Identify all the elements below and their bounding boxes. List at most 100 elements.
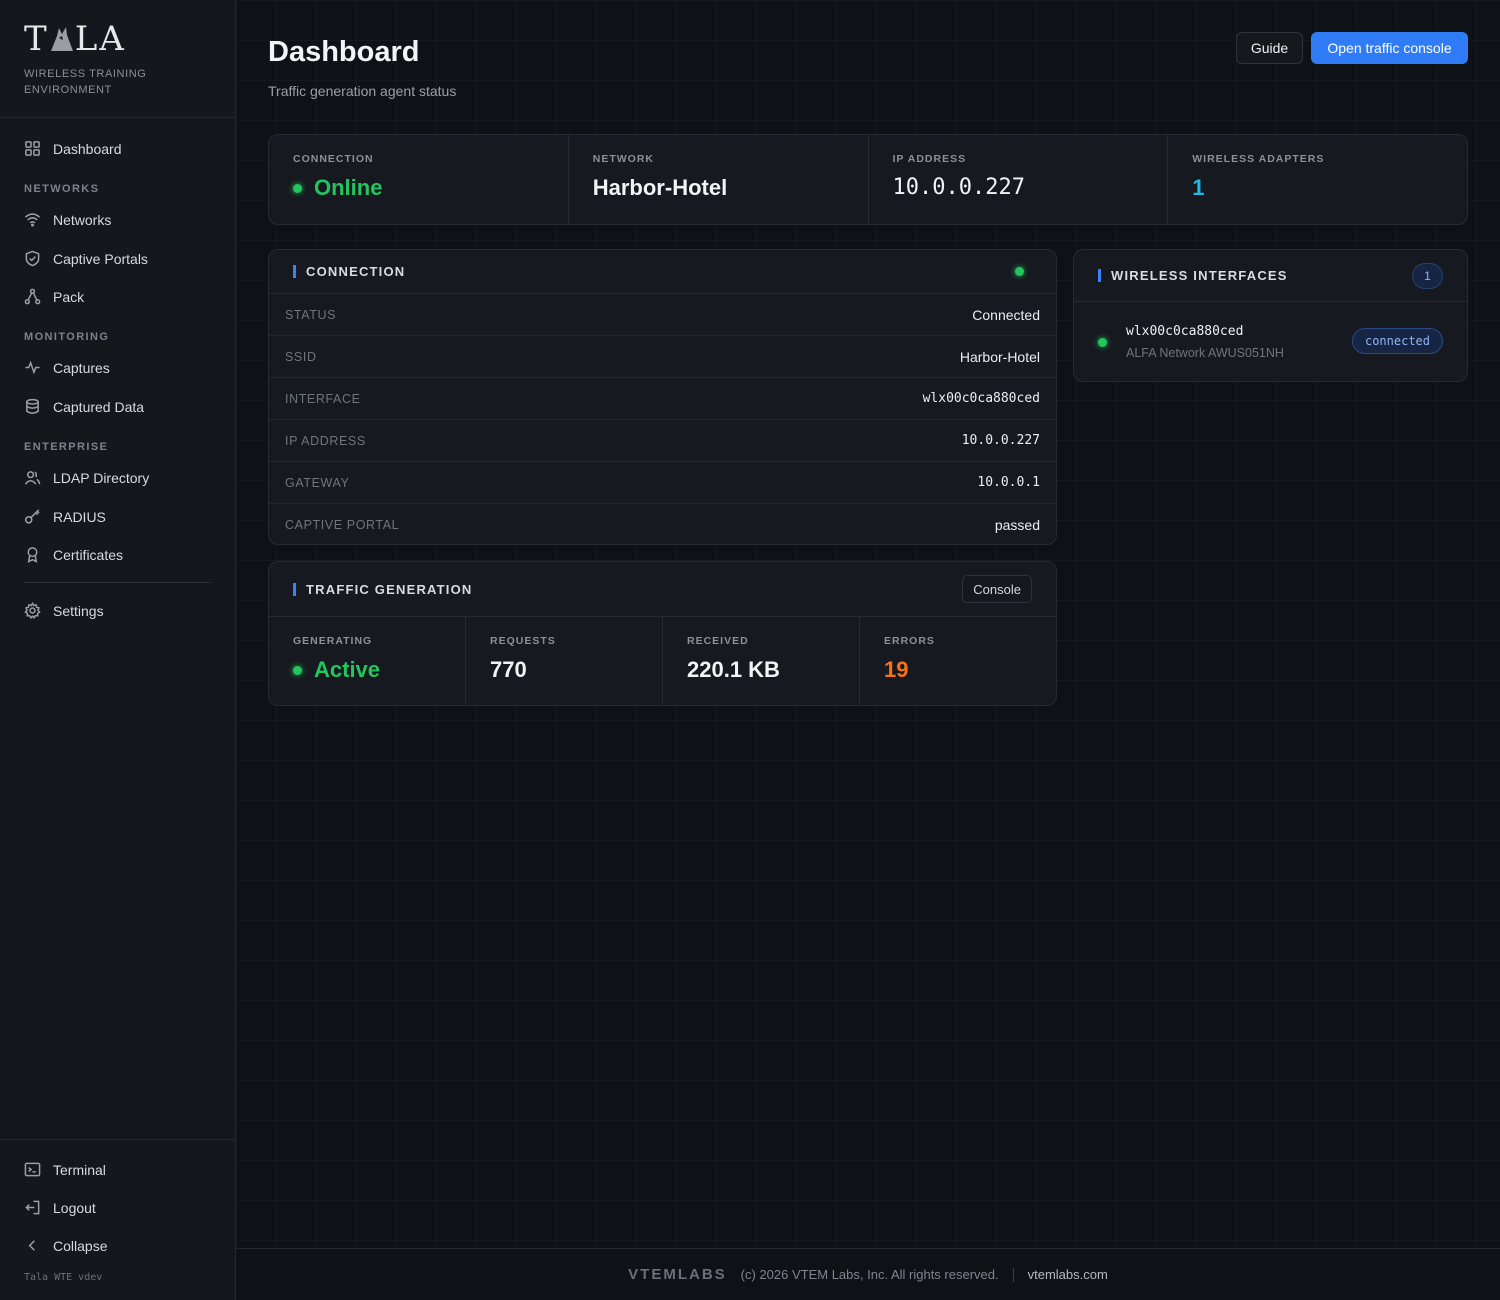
database-icon: [26, 398, 39, 414]
stat-wireless-adapters: WIRELESS ADAPTERS 1: [1168, 135, 1467, 224]
wireless-interfaces-panel: WIRELESS INTERFACES 1 wlx00c0ca880ced AL…: [1073, 249, 1468, 382]
panel-header: CONNECTION: [269, 250, 1056, 294]
stat-label: REQUESTS: [490, 635, 556, 647]
sidebar-item-label: Captures: [53, 359, 110, 376]
gear-icon: [24, 602, 41, 619]
detail-row: IP ADDRESS 10.0.0.227: [269, 420, 1056, 462]
sidebar-item-label: Captured Data: [53, 398, 145, 415]
sidebar-item-label: Pack: [53, 288, 85, 305]
stat-value: 19: [884, 657, 909, 682]
sidebar-item-certificates[interactable]: Certificates: [24, 546, 123, 563]
stat-value: Active: [314, 657, 381, 682]
stat-received: RECEIVED 220.1 KB: [663, 617, 860, 706]
sidebar-item-terminal[interactable]: Terminal: [24, 1161, 106, 1178]
activity-icon: [25, 360, 40, 375]
sidebar-item-label: Captive Portals: [53, 250, 148, 267]
stat-network: NETWORK Harbor-Hotel: [569, 135, 869, 224]
detail-row: GATEWAY 10.0.0.1: [269, 462, 1056, 504]
detail-key: SSID: [285, 349, 317, 364]
sidebar-item-pack[interactable]: Pack: [24, 288, 84, 305]
sidebar-item-radius[interactable]: RADIUS: [24, 508, 106, 525]
detail-row: CAPTIVE PORTAL passed: [269, 504, 1056, 546]
panel-header: WIRELESS INTERFACES 1: [1074, 250, 1467, 302]
detail-key: CAPTIVE PORTAL: [285, 518, 400, 532]
stat-ip-address: IP ADDRESS 10.0.0.227: [869, 135, 1169, 224]
stat-errors: ERRORS 19: [860, 617, 1056, 706]
stat-label: WIRELESS ADAPTERS: [1192, 153, 1325, 165]
guide-button[interactable]: Guide: [1236, 32, 1303, 64]
panel-title: WIRELESS INTERFACES: [1098, 269, 1288, 282]
detail-value: Connected: [972, 306, 1040, 323]
detail-key: IP ADDRESS: [285, 433, 366, 448]
footer-separator: [1012, 1267, 1014, 1282]
sidebar-item-label: Settings: [53, 602, 104, 619]
sidebar-item-dashboard[interactable]: Dashboard: [24, 140, 122, 157]
stat-connection: CONNECTION Online: [269, 135, 569, 224]
page-subtitle: Traffic generation agent status: [268, 83, 457, 99]
interface-name: wlx00c0ca880ced: [1126, 324, 1244, 339]
console-button[interactable]: Console: [962, 575, 1032, 603]
key-icon: [24, 509, 40, 524]
page-title: Dashboard: [268, 36, 420, 68]
shield-icon: [25, 250, 40, 267]
sidebar-item-captured-data[interactable]: Captured Data: [24, 398, 144, 415]
stat-value-row: Online: [293, 175, 544, 201]
sidebar: T LA WIRELESS TRAINING ENVIRONMENT Dashbo…: [0, 0, 236, 1300]
sidebar-collapse-button[interactable]: Collapse: [24, 1237, 107, 1254]
sidebar-item-label: Networks: [53, 211, 112, 228]
online-status-dot: [293, 183, 302, 193]
section-networks: NETWORKS: [24, 183, 100, 195]
sidebar-item-label: LDAP Directory: [53, 469, 150, 486]
users-icon: [24, 471, 41, 485]
sidebar-item-settings[interactable]: Settings: [24, 602, 104, 619]
sidebar-item-captures[interactable]: Captures: [24, 359, 110, 376]
traffic-stats: GENERATING Active REQUESTS 770 RECEIVED …: [269, 617, 1056, 706]
detail-row: STATUS Connected: [269, 294, 1056, 336]
interface-row[interactable]: wlx00c0ca880ced ALFA Network AWUS051NH c…: [1074, 302, 1467, 382]
sidebar-item-label: Terminal: [53, 1161, 106, 1178]
sidebar-item-ldap[interactable]: LDAP Directory: [24, 469, 149, 486]
detail-value: Harbor-Hotel: [959, 348, 1040, 365]
sidebar-divider: [24, 582, 211, 583]
tala-logo[interactable]: T LA: [24, 20, 154, 58]
sidebar-item-networks[interactable]: Networks: [24, 211, 111, 228]
traffic-generation-panel: TRAFFIC GENERATION Console GENERATING Ac…: [268, 561, 1057, 706]
interface-count-badge: 1: [1412, 263, 1443, 289]
sidebar-item-label: RADIUS: [53, 508, 106, 525]
section-enterprise: ENTERPRISE: [24, 441, 109, 453]
sidebar-item-captive-portals[interactable]: Captive Portals: [24, 250, 148, 267]
stat-value: Harbor-Hotel: [592, 175, 728, 200]
terminal-icon: [24, 1162, 41, 1177]
section-monitoring: MONITORING: [24, 331, 110, 343]
sidebar-divider: [0, 1139, 236, 1140]
detail-value: 10.0.0.227: [961, 433, 1040, 448]
stat-value: 10.0.0.227: [892, 175, 1025, 200]
panel-title: TRAFFIC GENERATION: [293, 582, 473, 596]
stat-label: ERRORS: [884, 635, 935, 647]
detail-key: GATEWAY: [285, 475, 350, 490]
interface-status-dot: [1098, 338, 1107, 347]
stat-value: 1: [1192, 175, 1205, 200]
stat-value: 770: [490, 657, 527, 682]
open-traffic-console-button[interactable]: Open traffic console: [1311, 32, 1468, 64]
panel-title: CONNECTION: [293, 265, 405, 278]
stat-label: NETWORK: [592, 153, 654, 165]
stat-label: GENERATING: [293, 635, 373, 647]
grid-icon: [25, 141, 40, 156]
logout-icon: [25, 1200, 40, 1215]
detail-row: INTERFACE wlx00c0ca880ced: [269, 378, 1056, 420]
stats-strip: CONNECTION Online NETWORK Harbor-Hotel I…: [268, 134, 1468, 225]
stat-label: IP ADDRESS: [892, 153, 967, 165]
sidebar-item-logout[interactable]: Logout: [24, 1199, 96, 1216]
detail-value: 10.0.0.1: [977, 475, 1040, 490]
footer: VTEMLABS (c) 2026 VTEM Labs, Inc. All ri…: [236, 1248, 1500, 1300]
footer-link[interactable]: vtemlabs.com: [1028, 1267, 1108, 1282]
tagline: WIRELESS TRAINING ENVIRONMENT: [24, 68, 147, 96]
sidebar-item-label: Logout: [53, 1199, 96, 1216]
chevron-left-icon: [28, 1240, 35, 1251]
wolf-logo-icon: [50, 27, 73, 51]
award-icon: [27, 547, 38, 563]
nodes-icon: [24, 288, 41, 305]
active-status-dot: [293, 665, 302, 675]
sidebar-item-label: Collapse: [53, 1237, 108, 1254]
